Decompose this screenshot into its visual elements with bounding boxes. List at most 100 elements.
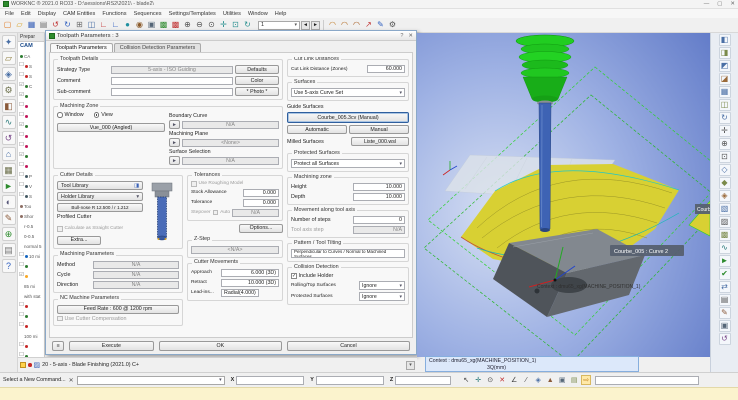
tab-preparation[interactable]: Prepar [18,33,44,42]
feed-rate-button[interactable]: Feed Rate : 600 @ 1200 rpm [57,305,179,314]
defaults-button[interactable]: Defaults [235,65,279,74]
statusbar-icon[interactable]: ↖ [461,375,471,385]
statusbar-icon[interactable]: ▣ [557,375,567,385]
view-toolbar-icon[interactable]: ▣ [719,320,731,332]
execute-button[interactable]: Execute [69,341,154,351]
toolbar-icon[interactable]: ⊕ [182,20,193,31]
view-number-combo[interactable]: 1 ▾ [258,21,300,30]
tree-checkbox[interactable]: ☑ [19,153,24,159]
surface-picker-icon[interactable]: ► [169,156,180,165]
window-radio[interactable] [57,112,63,118]
tree-row[interactable]: ☐ 10 mi [18,251,44,261]
tree-checkbox[interactable]: ☐ [19,133,24,139]
ok-button[interactable]: OK [159,341,282,351]
view-toolbar-icon[interactable]: ◫ [719,99,731,111]
statusbar-icon[interactable]: ▤ [569,375,579,385]
menu-item[interactable]: Edit [21,11,31,17]
toolbar-icon[interactable]: ▦ [26,20,37,31]
view-toolbar-icon[interactable]: ◆ [719,177,731,189]
tree-row[interactable]: with stat [18,291,44,301]
number-of-steps-field[interactable]: 0 [353,216,405,224]
menu-item[interactable]: Utilities [223,11,241,17]
tree-row[interactable]: r-0.5 [18,221,44,231]
toolbar-icon[interactable]: ◫ [86,20,97,31]
maximize-button[interactable]: ▢ [717,1,722,7]
left-toolbar-icon[interactable]: ↺ [2,131,16,145]
automatic-button[interactable]: Automatic [287,125,347,134]
statusbar-icon[interactable]: ✛ [473,375,483,385]
menu-item[interactable]: File [5,11,14,17]
toolbar-icon[interactable]: ⊖ [194,20,205,31]
toolbar-icon[interactable]: ✛ [218,20,229,31]
tree-checkbox[interactable]: ☐ [19,303,24,309]
toolbar-icon[interactable]: ▱ [14,20,25,31]
left-toolbar-icon[interactable]: ▤ [2,243,16,257]
toolbar-icon[interactable]: ◠ [327,20,338,31]
tree-row[interactable]: CA [18,51,44,61]
toolbar-icon[interactable]: ▢ [2,20,13,31]
tree-row[interactable]: ☐ [18,311,44,321]
toolbar-icon[interactable]: ⊙ [206,20,217,31]
tree-checkbox[interactable]: ☐ [19,173,24,179]
left-toolbar-icon[interactable]: ▦ [2,163,16,177]
view-toolbar-icon[interactable]: ∿ [719,242,731,254]
left-toolbar-icon[interactable]: ? [2,259,16,273]
view-toolbar-icon[interactable]: ✛ [719,125,731,137]
minimize-button[interactable]: — [704,1,710,7]
surfaces-select[interactable]: Use 5-axis Curve Set ▾ [291,88,405,97]
tree-row[interactable]: ☑ [18,121,44,131]
pattern-select[interactable]: Perpendicular to Curves / Normal to Mach… [291,249,405,258]
left-toolbar-icon[interactable]: ∿ [2,115,16,129]
tree-row[interactable]: ☐ S [18,191,44,201]
guide-curve-button[interactable]: Courbe_005.3cv (Manual) [287,112,409,123]
sequence-item-label[interactable]: 20 - 5-axis - Blade Finishing (2021.0) C… [42,362,139,368]
tree-checkbox[interactable]: ☐ [19,323,24,329]
manual-button[interactable]: Manual [349,125,409,134]
menu-item[interactable]: Display [38,11,56,17]
context-info-box[interactable]: Context : dmu65_xg(MACHINE_POSITION_1) 3… [425,356,639,372]
tree-row[interactable]: ☑ C [18,81,44,91]
view-radio[interactable] [94,112,100,118]
tree-checkbox[interactable]: ☐ [19,313,24,319]
tree-row[interactable]: ☐ [18,111,44,121]
tool-library-button[interactable]: Tool Library ◨ [57,181,143,190]
stock-allowance-field[interactable]: 0.000 [243,189,279,197]
view-toolbar-icon[interactable]: ◈ [719,190,731,202]
view-toolbar-icon[interactable]: ◨ [719,47,731,59]
view-toolbar-icon[interactable]: ⊕ [719,138,731,150]
toolbar-icon[interactable]: ⚙ [387,20,398,31]
left-toolbar-icon[interactable]: ✎ [2,211,16,225]
toolbar-icon[interactable]: ▣ [146,20,157,31]
toolbar-icon[interactable]: ↗ [363,20,374,31]
view-toolbar-icon[interactable]: ⊡ [719,151,731,163]
tree-checkbox[interactable]: ☐ [19,183,24,189]
comment-input[interactable] [111,77,233,85]
close-button[interactable]: ✕ [730,1,735,7]
tree-checkbox[interactable]: ☐ [19,73,24,79]
tree-checkbox[interactable]: ☑ [19,83,24,89]
tree-checkbox[interactable]: ☐ [19,253,24,259]
plane-picker-icon[interactable]: ► [169,138,180,147]
tree-row[interactable]: ☐ [18,141,44,151]
view-toolbar-icon[interactable]: ↺ [719,333,731,345]
viewport-3d[interactable]: Courbe_005 : Curve 2 Context : dmu65_xg(… [417,33,710,357]
include-holder-checkbox[interactable]: ✓ [291,273,297,279]
tree-row[interactable]: 100 mi [18,331,44,341]
left-toolbar-icon[interactable]: ✦ [2,35,16,49]
tree-row[interactable]: ☐ [18,341,44,351]
retract-field[interactable]: 10.000 (3D) [221,279,279,287]
statusbar-icon[interactable]: ▲ [545,375,555,385]
height-field[interactable]: 10.000 [353,183,405,191]
cancel-button[interactable]: Cancel [287,341,410,351]
roughing-model-checkbox[interactable] [191,181,197,187]
left-toolbar-icon[interactable]: ⌂ [2,147,16,161]
left-toolbar-icon[interactable]: ⊕ [2,227,16,241]
cam-section-header[interactable]: CAM [18,42,44,51]
tab-collision-detection[interactable]: Collision Detection Parameters [114,43,202,52]
tree-checkbox[interactable]: ☐ [19,193,24,199]
approach-field[interactable]: 6.000 (3D) [221,269,279,277]
tree-row[interactable]: ☐ [18,161,44,171]
toolbar-icon[interactable]: ▩ [170,20,181,31]
tree-row[interactable]: ☐ [18,261,44,271]
menu-item[interactable]: Sequences [134,11,162,17]
